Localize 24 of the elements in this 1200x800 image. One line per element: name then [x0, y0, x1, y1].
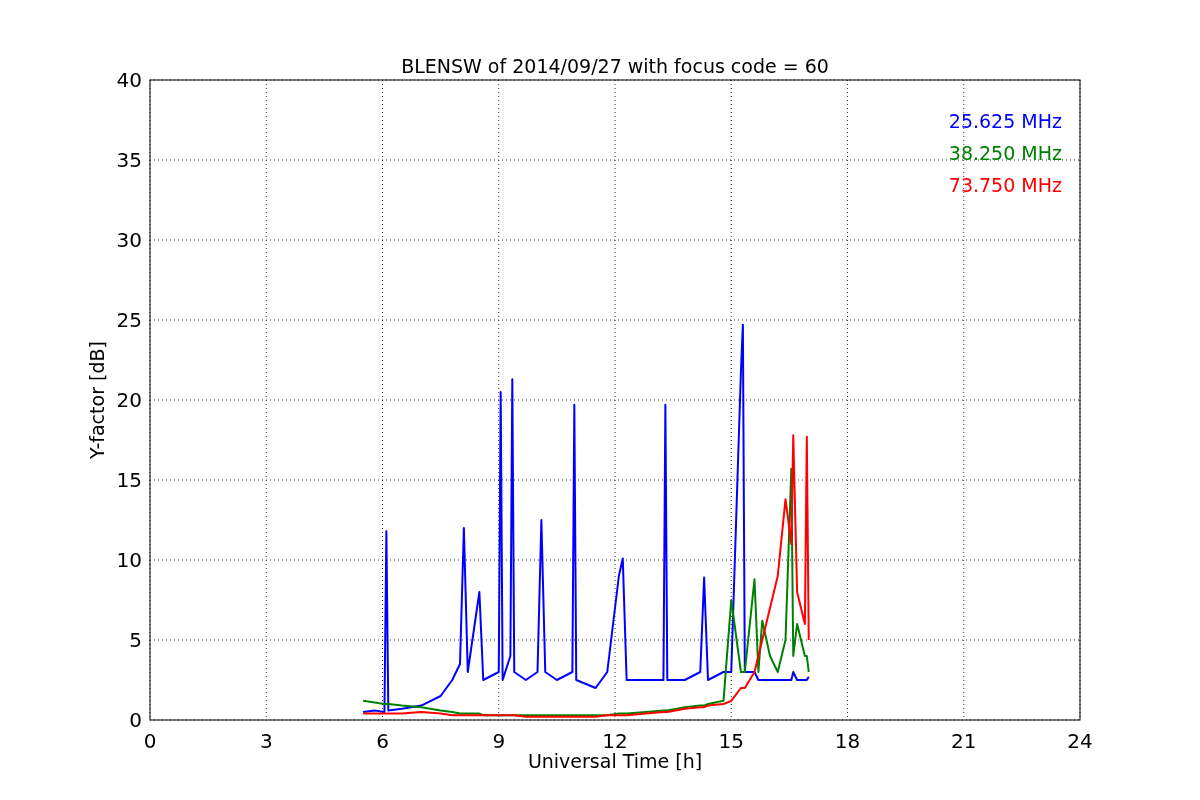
y-axis-label: Y-factor [dB]: [86, 341, 108, 459]
y-tick-label: 10: [116, 548, 142, 572]
y-tick-label: 5: [129, 628, 142, 652]
chart-title: BLENSW of 2014/09/27 with focus code = 60: [401, 55, 829, 77]
x-tick-label: 21: [951, 729, 977, 753]
x-axis-label: Universal Time [h]: [527, 750, 703, 772]
legend-label: 38.250 MHz: [948, 142, 1062, 164]
y-tick-label: 15: [116, 468, 142, 492]
y-tick-label: 0: [129, 708, 142, 732]
y-tick-label: 35: [116, 148, 142, 172]
y-tick-label: 40: [116, 68, 142, 92]
x-tick-label: 15: [718, 729, 744, 753]
x-tick-label: 12: [602, 729, 628, 753]
legend-label: 73.750 MHz: [948, 174, 1062, 196]
x-tick-label: 9: [492, 729, 506, 753]
x-tick-label: 24: [1067, 729, 1093, 753]
x-tick-label: 3: [259, 729, 273, 753]
y-tick-label: 30: [116, 228, 142, 252]
y-tick-label: 25: [116, 308, 142, 332]
y-tick-label: 20: [116, 388, 142, 412]
legend-label: 25.625 MHz: [948, 110, 1062, 132]
x-tick-label: 18: [834, 729, 861, 753]
x-tick-label: 0: [143, 729, 157, 753]
x-tick-label: 6: [376, 729, 389, 753]
